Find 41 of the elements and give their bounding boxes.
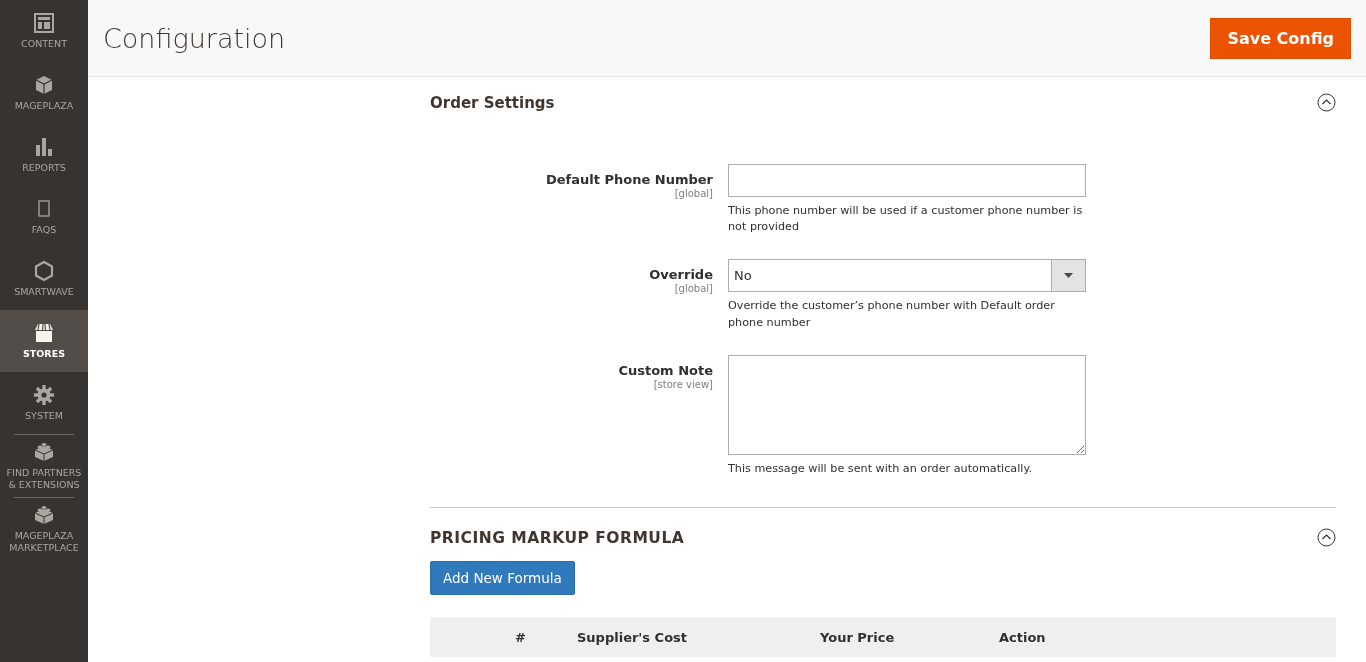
page-title: Configuration [103, 22, 286, 54]
brick-icon [33, 440, 55, 463]
field-note: This phone number will be used if a customer phone number is not provided [728, 203, 1084, 236]
sidebar-item[interactable]: CONTENT [0, 0, 88, 62]
collapse-icon[interactable] [1317, 528, 1336, 548]
sidebar-item[interactable]: SMARTWAVE [0, 248, 88, 310]
field-note: Override the customer’s phone number with Default order phone number [728, 298, 1056, 331]
textarea-field[interactable] [728, 354, 1086, 455]
input-field[interactable] [728, 164, 1086, 197]
bar-chart-icon [33, 135, 55, 158]
collapse-icon[interactable] [1317, 93, 1336, 112]
column-header: Supplier's Cost [577, 629, 689, 645]
add-formula-button[interactable]: Add New Formula [430, 561, 575, 596]
field-label: Custom Note [618, 362, 713, 378]
scope-label: [global] [674, 188, 713, 199]
scope-label: [store view] [653, 378, 713, 390]
sidebar-item[interactable]: REPORTS [0, 124, 88, 186]
sidebar-item[interactable]: SYSTEM [0, 372, 88, 434]
layout-icon [33, 11, 55, 34]
caret-icon [1064, 273, 1073, 279]
column-header: Your Price [820, 629, 896, 645]
sidebar-item[interactable]: MAGEPLAZA [0, 62, 88, 124]
column-header: Action [999, 629, 1047, 645]
field-label: Override [649, 267, 713, 283]
column-header: # [515, 629, 526, 645]
save-config-button[interactable]: Save Config [1210, 17, 1351, 59]
sidebar-item[interactable]: FAQS [0, 186, 88, 248]
select-field[interactable]: No [728, 259, 1086, 293]
sidebar-item[interactable]: STORES [0, 310, 88, 372]
brick-icon [33, 503, 55, 526]
sidebar-item[interactable]: FIND PARTNERS & EXTENSIONS [0, 435, 88, 497]
gear-icon [33, 383, 55, 406]
storefront-icon [33, 321, 55, 344]
section-title[interactable]: Order Settings [430, 93, 555, 112]
section-title[interactable]: PRICING MARKUP FORMULA [430, 528, 685, 547]
field-note: This message will be sent with an order automatically. [728, 460, 1033, 477]
hexagon-icon [33, 259, 55, 282]
box-icon [33, 73, 55, 96]
sidebar-item[interactable]: MAGEPLAZA MARKETPLACE [0, 498, 88, 560]
scope-label: [global] [674, 283, 713, 295]
field-label: Default Phone Number [546, 172, 713, 187]
